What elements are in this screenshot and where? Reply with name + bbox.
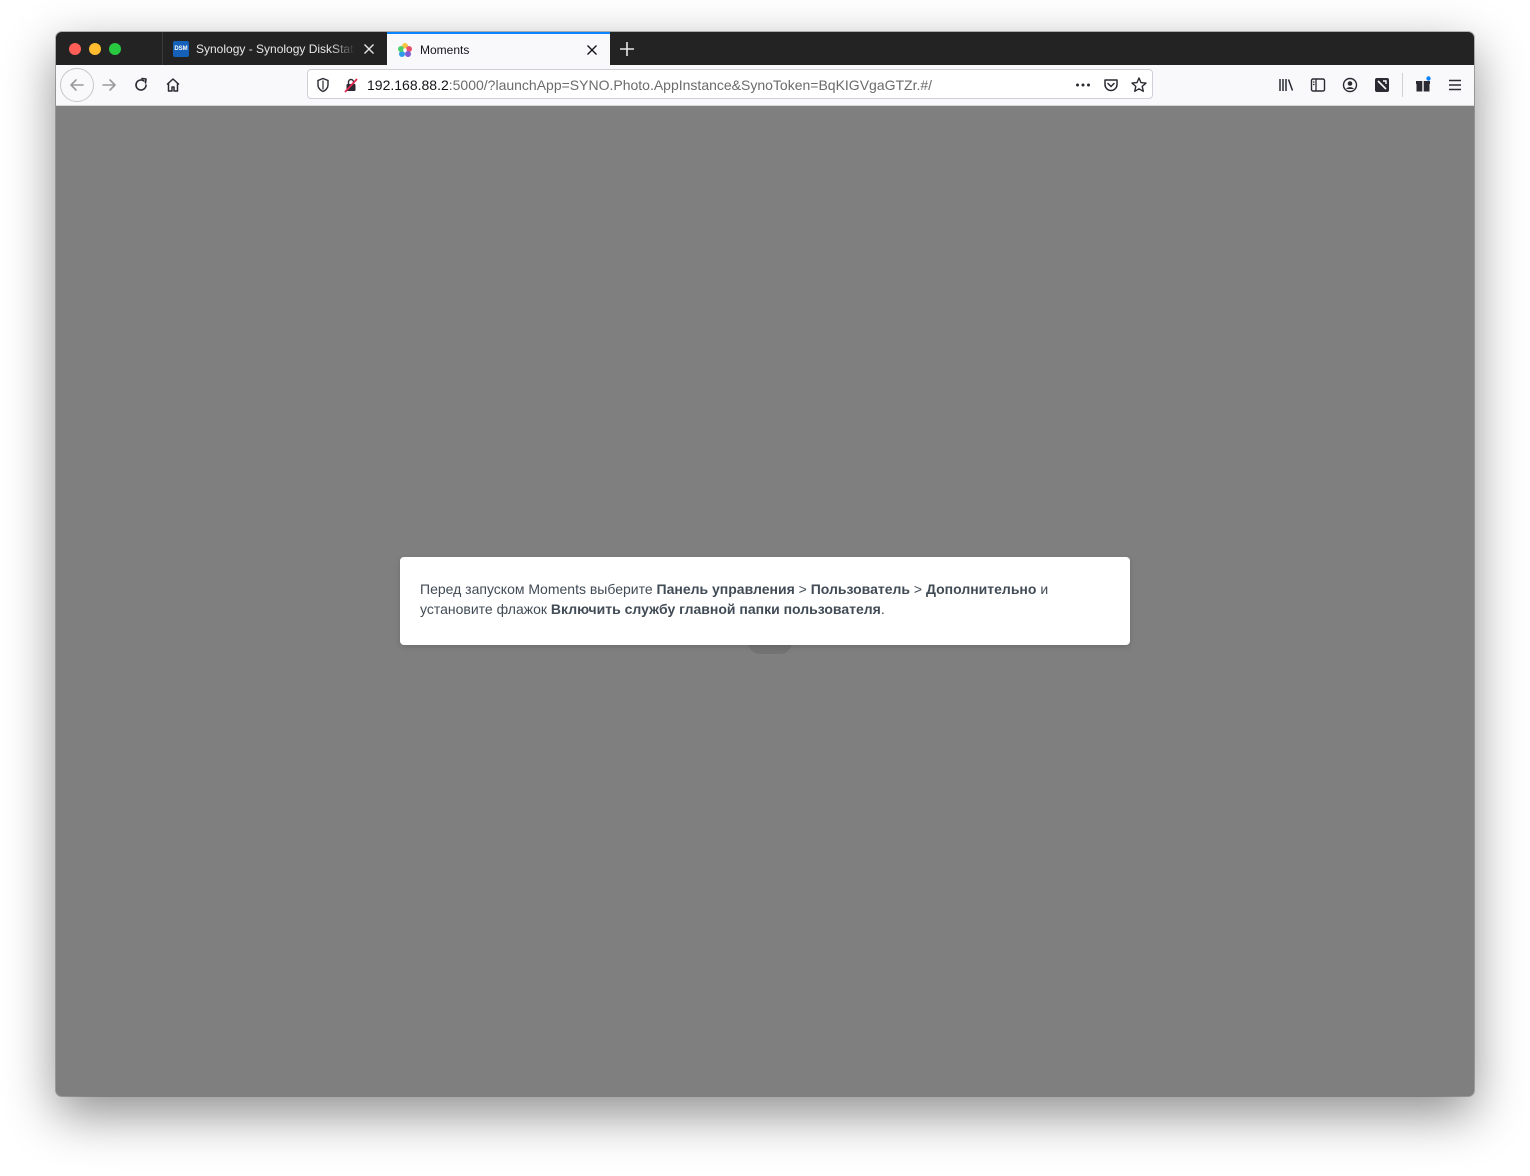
back-arrow-icon [70, 79, 84, 91]
tab-synology[interactable]: DSM Synology - Synology DiskStation [162, 32, 387, 65]
bookmark-star-icon[interactable] [1130, 76, 1148, 94]
library-icon[interactable] [1277, 76, 1295, 94]
page-actions-icon[interactable] [1074, 76, 1092, 94]
close-tab-icon[interactable] [361, 41, 377, 57]
tab-title: Synology - Synology DiskStation [196, 41, 355, 56]
url-host: 192.168.88.2 [367, 77, 449, 93]
dialog-separator: > [794, 581, 811, 597]
whats-new-icon[interactable] [1414, 76, 1432, 94]
reload-icon [135, 77, 147, 91]
message-dialog: Перед запуском Moments выберите Панель у… [400, 557, 1130, 645]
close-tab-icon[interactable] [584, 42, 600, 58]
url-path: :5000/?launchApp=SYNO.Photo.AppInstance&… [448, 77, 933, 93]
dsm-icon: DSM [173, 40, 189, 57]
dialog-bold-home-service: Включить службу главной папки пользовате… [550, 601, 881, 617]
dialog-text: . [880, 601, 885, 617]
url-bar[interactable]: 192.168.88.2:5000/?launchApp=SYNO.Photo.… [307, 69, 1153, 99]
minimize-window-button[interactable] [89, 43, 101, 55]
account-icon[interactable] [1341, 76, 1359, 94]
tab-moments[interactable]: Moments [387, 32, 610, 65]
tab-title: Moments [420, 42, 470, 57]
pocket-icon[interactable] [1102, 76, 1120, 94]
toolbar-separator [1402, 73, 1403, 97]
new-tab-button[interactable] [618, 40, 636, 58]
shield-icon[interactable] [314, 76, 332, 94]
home-button[interactable] [157, 69, 189, 101]
forward-button[interactable] [93, 69, 125, 101]
dialog-bold-advanced: Дополнительно [925, 581, 1037, 597]
home-icon [166, 78, 180, 92]
forward-arrow-icon [102, 79, 116, 91]
dialog-bold-control-panel: Панель управления [656, 581, 795, 597]
menu-icon[interactable] [1446, 76, 1464, 94]
close-window-button[interactable] [69, 43, 81, 55]
page-content-overlay: Перед запуском Moments выберите Панель у… [56, 106, 1474, 1096]
tab-strip: DSM Synology - Synology DiskStation Mome… [56, 32, 1474, 65]
moments-icon [397, 42, 413, 58]
dialog-text: Перед запуском Moments выберите [420, 581, 657, 597]
dialog-bold-user: Пользователь [810, 581, 910, 597]
zoom-window-button[interactable] [109, 43, 121, 55]
extension-icon[interactable] [1373, 76, 1391, 94]
insecure-lock-icon[interactable] [342, 76, 360, 94]
sidebar-icon[interactable] [1309, 76, 1327, 94]
browser-window: DSM Synology - Synology DiskStation Mome… [56, 32, 1474, 1096]
dialog-separator: > [910, 581, 926, 597]
reload-button[interactable] [125, 69, 157, 101]
url-text[interactable]: 192.168.88.2:5000/?launchApp=SYNO.Photo.… [367, 77, 932, 93]
navigation-toolbar: 192.168.88.2:5000/?launchApp=SYNO.Photo.… [56, 65, 1474, 106]
back-button[interactable] [60, 68, 94, 102]
